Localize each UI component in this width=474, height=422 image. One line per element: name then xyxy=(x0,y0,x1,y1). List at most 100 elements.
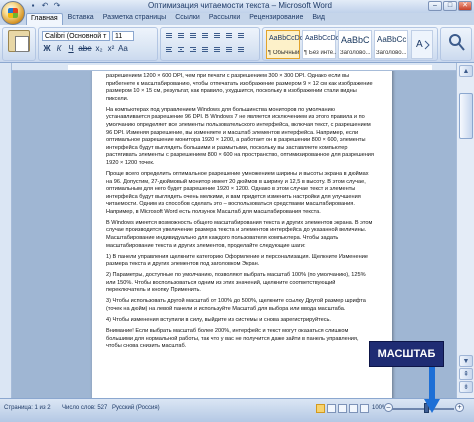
alignment-buttons xyxy=(164,45,246,54)
style-sample: AaBbCc xyxy=(377,35,407,44)
window-title: Оптимизация читаемости текста – Microsof… xyxy=(148,1,332,10)
style-no-spacing[interactable]: AaBbCcDc ¶ Без инте... xyxy=(302,30,340,59)
view-buttons xyxy=(316,404,369,413)
show-marks-icon[interactable] xyxy=(236,31,246,40)
borders-icon[interactable] xyxy=(236,45,246,54)
align-right-icon[interactable] xyxy=(188,45,198,54)
align-left-icon[interactable] xyxy=(164,45,174,54)
tab-insert[interactable]: Вставка xyxy=(64,13,98,25)
language-indicator[interactable]: Русский (Россия) xyxy=(112,405,160,411)
scroll-up-icon[interactable]: ▲ xyxy=(459,65,473,77)
style-sample: AaBbC xyxy=(341,35,370,45)
paragraph: 2) Параметры, доступные по умолчанию, по… xyxy=(106,272,366,294)
clipboard-group xyxy=(2,27,36,61)
style-heading-2[interactable]: AaBbCc Заголово... xyxy=(374,30,408,59)
align-center-icon[interactable] xyxy=(176,45,186,54)
style-sample: AaBbCcDc xyxy=(269,35,304,42)
paragraph: Внимание! Если выбрать масштаб более 200… xyxy=(106,327,359,350)
find-icon[interactable] xyxy=(447,32,467,54)
ribbon: Calibri (Основной т 11 Ж К Ч abe x₂ x² A… xyxy=(0,25,474,63)
style-sample: AaBbCcDc xyxy=(305,35,340,42)
tab-view[interactable]: Вид xyxy=(308,13,329,25)
tab-home[interactable]: Главная xyxy=(26,13,63,25)
sort-icon[interactable] xyxy=(224,31,234,40)
zoom-in-icon[interactable]: + xyxy=(455,403,464,412)
quick-access-toolbar: ▪ ↶ ↷ xyxy=(28,1,62,11)
paragraph: 4) Чтобы изменения вступили в силу, выйд… xyxy=(106,316,331,323)
superscript-button[interactable]: x² xyxy=(106,44,116,54)
office-button[interactable] xyxy=(1,1,25,25)
vertical-scrollbar[interactable]: ▲ ▼ ⇞ ⇟ xyxy=(456,63,474,398)
style-heading-1[interactable]: AaBbC Заголово... xyxy=(338,30,372,59)
editing-group xyxy=(440,27,472,61)
tab-review[interactable]: Рецензирование xyxy=(245,13,307,25)
bold-button[interactable]: Ж xyxy=(42,44,52,54)
increase-indent-icon[interactable] xyxy=(212,31,222,40)
save-icon[interactable]: ▪ xyxy=(28,1,38,11)
svg-text:A: A xyxy=(416,39,423,50)
window-controls: – □ ✕ xyxy=(428,1,472,11)
font-size-select[interactable]: 11 xyxy=(112,31,134,41)
title-bar: ▪ ↶ ↷ Оптимизация читаемости текста – Mi… xyxy=(0,0,474,13)
list-buttons xyxy=(164,31,246,40)
full-screen-reading-icon[interactable] xyxy=(327,404,336,413)
shading-icon[interactable] xyxy=(224,45,234,54)
change-styles-icon: A xyxy=(416,39,430,50)
draft-icon[interactable] xyxy=(360,404,369,413)
paragraph: 1) В панели управления щелкните категори… xyxy=(106,253,368,268)
tab-page-layout[interactable]: Разметка страницы xyxy=(99,13,171,25)
maximize-button[interactable]: □ xyxy=(443,1,457,11)
minimize-button[interactable]: – xyxy=(428,1,442,11)
bullets-icon[interactable] xyxy=(164,31,174,40)
status-bar: Страница: 1 из 2 Число слов: 527 Русский… xyxy=(0,398,474,422)
style-label: Заголово... xyxy=(340,50,371,56)
paragraph: На компьютерах под управлением Windows д… xyxy=(106,106,374,166)
subscript-button[interactable]: x₂ xyxy=(94,44,104,54)
page-count[interactable]: Страница: 1 из 2 xyxy=(4,405,51,411)
style-normal[interactable]: AaBbCcDc ¶ Обычный xyxy=(266,30,304,59)
document-page[interactable]: разрешением 1200 × 600 DPI, чем при печа… xyxy=(92,71,392,398)
paragraph: 3) Чтобы использовать другой масштаб от … xyxy=(106,298,366,312)
line-spacing-icon[interactable] xyxy=(212,45,222,54)
paragraph: разрешением 1200 × 600 DPI, чем при печа… xyxy=(106,73,373,102)
font-format-buttons: Ж К Ч abe x₂ x² Aa xyxy=(42,44,128,54)
ribbon-tabs: Главная Вставка Разметка страницы Ссылки… xyxy=(26,13,329,25)
ruler-text-area xyxy=(68,65,432,70)
word-count[interactable]: Число слов: 527 xyxy=(62,405,107,411)
print-layout-icon[interactable] xyxy=(316,404,325,413)
tab-references[interactable]: Ссылки xyxy=(171,13,204,25)
styles-group: AaBbCcDc ¶ Обычный AaBbCcDc ¶ Без инте..… xyxy=(262,27,438,61)
zoom-callout-label: МАСШТАБ xyxy=(369,341,444,367)
tab-mailings[interactable]: Рассылки xyxy=(205,13,244,25)
multilevel-list-icon[interactable] xyxy=(188,31,198,40)
paragraph: Проще всего определить оптимальное разре… xyxy=(106,170,369,215)
style-label: Заголово... xyxy=(376,50,407,56)
zoom-slider[interactable] xyxy=(392,408,454,410)
paragraph-group xyxy=(160,27,260,61)
numbering-icon[interactable] xyxy=(176,31,186,40)
font-group: Calibri (Основной т 11 Ж К Ч abe x₂ x² A… xyxy=(38,27,158,61)
scroll-down-icon[interactable]: ▼ xyxy=(459,355,473,367)
italic-button[interactable]: К xyxy=(54,44,64,54)
scroll-thumb[interactable] xyxy=(459,93,473,139)
change-styles-button[interactable]: A xyxy=(411,30,433,59)
paste-icon[interactable] xyxy=(8,30,30,52)
style-label: ¶ Без инте... xyxy=(304,50,336,56)
justify-icon[interactable] xyxy=(200,45,210,54)
redo-icon[interactable]: ↷ xyxy=(52,1,62,11)
underline-button[interactable]: Ч xyxy=(66,44,76,54)
web-layout-icon[interactable] xyxy=(338,404,347,413)
style-label: ¶ Обычный xyxy=(268,50,300,56)
font-name-select[interactable]: Calibri (Основной т xyxy=(42,31,110,41)
decrease-indent-icon[interactable] xyxy=(200,31,210,40)
callout-arrow-icon xyxy=(424,367,440,413)
paragraph: В Windows имеется возможность общего мас… xyxy=(106,219,373,249)
previous-page-icon[interactable]: ⇞ xyxy=(459,368,473,380)
vertical-ruler xyxy=(0,63,12,398)
undo-icon[interactable]: ↶ xyxy=(40,1,50,11)
strikethrough-button[interactable]: abe xyxy=(78,44,92,54)
close-button[interactable]: ✕ xyxy=(458,1,472,11)
outline-icon[interactable] xyxy=(349,404,358,413)
change-case-button[interactable]: Aa xyxy=(118,44,128,54)
next-page-icon[interactable]: ⇟ xyxy=(459,381,473,393)
